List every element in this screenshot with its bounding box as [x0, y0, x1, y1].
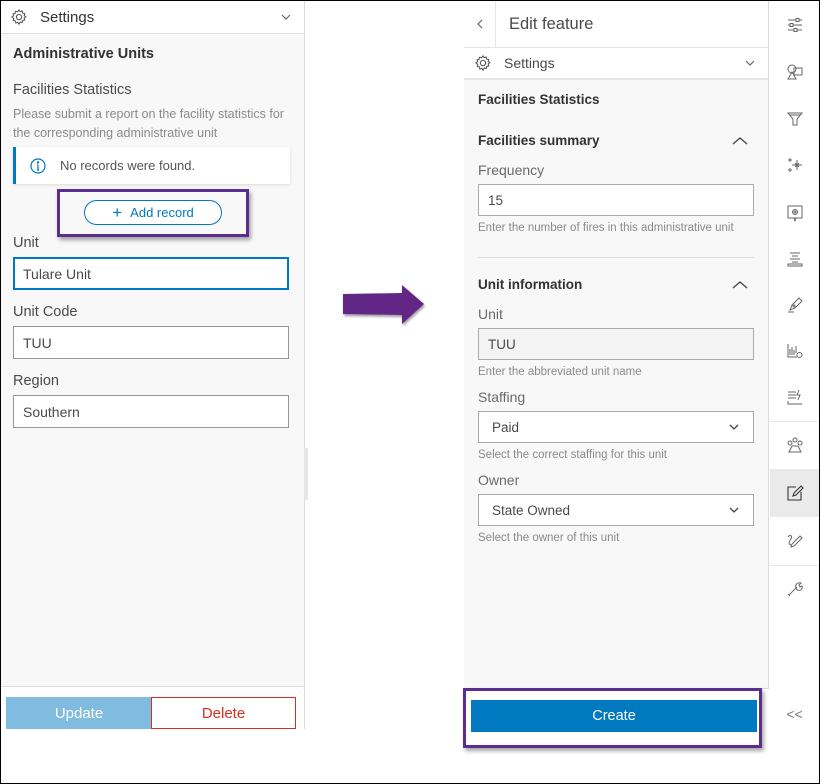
add-record-button[interactable]: + Add record [84, 200, 222, 225]
group-title: Facilities Statistics [13, 82, 132, 98]
field-hint: Enter the abbreviated unit name [478, 366, 642, 378]
chevron-down-icon[interactable] [744, 57, 756, 69]
divider [770, 565, 819, 566]
section-title: Administrative Units [13, 46, 154, 62]
settings-header[interactable]: Settings [1, 1, 304, 34]
create-highlight: Create [463, 688, 762, 748]
group-title: Unit information [478, 277, 583, 292]
back-button[interactable] [464, 0, 496, 48]
divider [478, 257, 754, 258]
section-title: Facilities Statistics [478, 92, 600, 107]
action-bar [770, 1, 819, 729]
chevron-down-icon [729, 424, 739, 430]
group-header-facilities-summary[interactable]: Facilities summary [478, 133, 754, 148]
wrench-icon[interactable] [770, 567, 819, 611]
left-panel: Settings Administrative Units Facilities… [1, 1, 305, 729]
chevron-left-icon [476, 19, 482, 29]
owner-value: State Owned [492, 502, 571, 518]
field-unit: Unit Tulare Unit [13, 235, 289, 290]
panel-header: Edit feature [464, 0, 768, 48]
arrow-right-icon [343, 285, 424, 324]
edit-feature-panel: Edit feature Settings Facilities Statist… [464, 0, 769, 729]
notice-text: No records were found. [60, 158, 196, 173]
create-button[interactable]: Create [471, 700, 757, 732]
field-region: Region Southern [13, 373, 289, 428]
no-records-notice: No records were found. [13, 147, 290, 184]
chart-settings-icon[interactable] [770, 329, 819, 373]
plus-icon: + [112, 203, 123, 222]
field-label: Owner [478, 472, 520, 488]
field-label: Unit [478, 306, 503, 322]
staffing-value: Paid [492, 419, 520, 435]
field-label: Unit [13, 235, 39, 251]
group-description: Please submit a report on the facility s… [13, 107, 284, 140]
divider [770, 421, 819, 422]
sketch-icon[interactable] [770, 283, 819, 327]
sparkle-icon[interactable] [770, 143, 819, 187]
gear-icon [474, 54, 491, 72]
attribute-table-icon[interactable] [770, 375, 819, 419]
field-hint: Select the correct staffing for this uni… [478, 449, 667, 461]
unit-input[interactable]: TUU [478, 328, 754, 360]
unit-input[interactable]: Tulare Unit [13, 257, 289, 290]
field-label: Staffing [478, 389, 526, 405]
staffing-select[interactable]: Paid [478, 411, 754, 443]
left-fields: Unit Tulare Unit Unit Code TUU Region So… [13, 235, 289, 442]
unit-code-input[interactable]: TUU [13, 326, 289, 359]
settings-header[interactable]: Settings [464, 48, 768, 80]
legend-icon[interactable] [770, 237, 819, 281]
group-title: Facilities summary [478, 133, 600, 148]
settings-title: Settings [40, 8, 95, 26]
add-record-highlight: + Add record [57, 189, 249, 237]
region-input[interactable]: Southern [13, 395, 289, 428]
measure-icon[interactable] [770, 519, 819, 563]
settings-title: Settings [504, 55, 555, 71]
scrollbar[interactable] [304, 448, 308, 500]
add-record-label: Add record [130, 205, 194, 220]
field-label: Region [13, 373, 59, 389]
update-button[interactable]: Update [6, 697, 152, 729]
settings-badge-icon[interactable] [770, 191, 819, 235]
group-header-unit-information[interactable]: Unit information [478, 277, 754, 292]
chevron-up-icon [732, 136, 748, 144]
field-hint: Enter the number of fires in this admini… [478, 222, 734, 234]
delete-button[interactable]: Delete [151, 697, 296, 729]
info-icon [30, 157, 46, 174]
field-unit-code: Unit Code TUU [13, 304, 289, 359]
filter-icon[interactable] [770, 97, 819, 141]
owner-select[interactable]: State Owned [478, 494, 754, 526]
basemap-icon[interactable] [770, 50, 819, 94]
chevron-down-icon [729, 507, 739, 513]
collapse-button[interactable]: << [770, 700, 819, 728]
field-label: Unit Code [13, 304, 78, 320]
edit-icon[interactable] [770, 469, 819, 517]
gear-icon [10, 8, 27, 26]
left-footer: Update Delete [1, 686, 305, 729]
chevron-down-icon[interactable] [280, 11, 292, 23]
chevron-up-icon [732, 280, 748, 288]
panel-title: Edit feature [509, 14, 594, 33]
field-label: Frequency [478, 162, 545, 178]
frequency-input[interactable]: 15 [478, 184, 754, 216]
sliders-icon[interactable] [770, 3, 819, 47]
field-hint: Select the owner of this unit [478, 532, 620, 544]
group-icon[interactable] [770, 423, 819, 467]
